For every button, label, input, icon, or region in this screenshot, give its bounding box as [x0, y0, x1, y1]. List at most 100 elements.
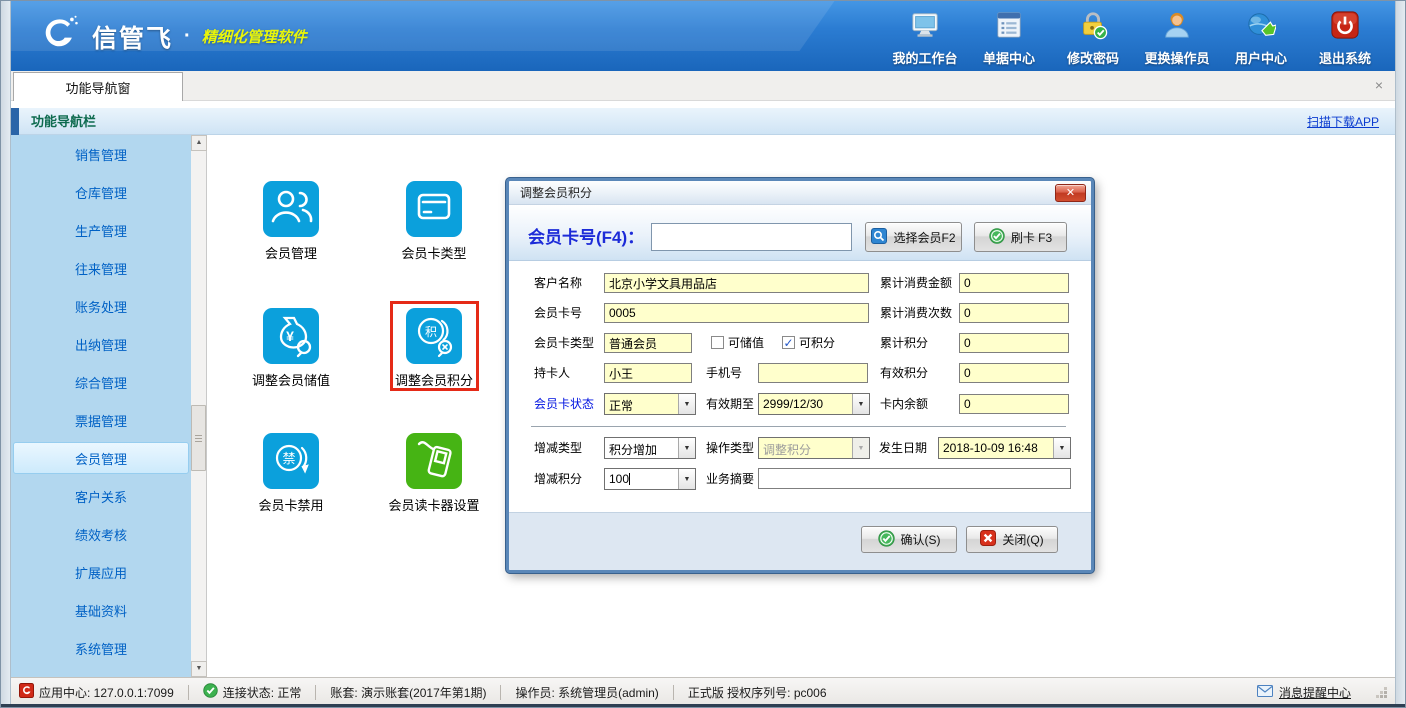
card-status-dropdown[interactable]: 正常	[604, 393, 696, 415]
occur-date-label: 发生日期	[879, 438, 927, 458]
member-card-icon	[406, 179, 462, 240]
holder-label: 持卡人	[534, 363, 570, 383]
tile-card-disable[interactable]: 禁	[263, 433, 319, 489]
dropdown-arrow-icon[interactable]	[852, 394, 869, 414]
sidebar-item-warehouse[interactable]: 仓库管理	[11, 173, 191, 211]
menu-item-user-center[interactable]: 用户中心	[1219, 10, 1303, 67]
sidebar-item-accounting[interactable]: 账务处理	[11, 287, 191, 325]
sidebar-item-system[interactable]: 系统管理	[11, 629, 191, 667]
tab-close-icon[interactable]: ×	[1371, 78, 1387, 94]
sidebar-item-extensions[interactable]: 扩展应用	[11, 553, 191, 591]
download-app-link[interactable]: 扫描下载APP	[1307, 108, 1379, 136]
menu-item-switch-operator[interactable]: 更换操作员	[1135, 10, 1219, 67]
adjust-type-dropdown[interactable]: 积分增加	[604, 437, 696, 459]
tile-adjust-points[interactable]: 积	[406, 308, 462, 364]
dropdown-arrow-icon[interactable]	[678, 438, 695, 458]
dialog-close-icon[interactable]: ✕	[1055, 184, 1086, 202]
close-button[interactable]: 关闭(Q)	[966, 526, 1058, 553]
tab-row: 功能导航窗 ×	[11, 71, 1395, 101]
swipe-card-button[interactable]: 刷卡 F3	[974, 222, 1067, 252]
resize-grip-icon[interactable]	[1375, 686, 1387, 698]
balance-input[interactable]	[959, 394, 1069, 414]
dropdown-arrow-icon	[852, 438, 869, 458]
tile-member-management[interactable]	[263, 181, 319, 237]
card-number-f4-label: 会员卡号(F4)：	[528, 223, 644, 248]
tile-label-card-disable[interactable]: 会员卡禁用	[211, 495, 371, 514]
status-separator	[500, 685, 501, 700]
op-type-label: 操作类型	[706, 438, 754, 458]
dropdown-arrow-icon[interactable]	[1053, 438, 1070, 458]
stored-value-checkbox[interactable]	[711, 336, 724, 349]
mobile-input[interactable]	[758, 363, 868, 383]
svg-text:¥: ¥	[286, 328, 294, 344]
status-operator: 操作员: 系统管理员(admin)	[515, 684, 658, 701]
password-lock-icon	[1078, 10, 1108, 45]
tile-adjust-stored-value[interactable]: ¥	[263, 308, 319, 364]
confirm-check-icon	[878, 530, 895, 550]
adjust-type-label: 增减类型	[534, 438, 582, 458]
menu-item-workbench[interactable]: 我的工作台	[883, 10, 967, 67]
menu-item-documents[interactable]: 单据中心	[967, 10, 1051, 67]
tile-label-card-reader-settings[interactable]: 会员读卡器设置	[354, 495, 514, 514]
points-checkbox-label: 可积分	[799, 333, 835, 353]
card-no-input[interactable]	[604, 303, 869, 323]
confirm-label: 确认(S)	[901, 531, 941, 548]
sidebar-item-bills[interactable]: 票据管理	[11, 401, 191, 439]
total-points-input[interactable]	[959, 333, 1069, 353]
total-amount-input[interactable]	[959, 273, 1069, 293]
card-type-input[interactable]	[604, 333, 692, 353]
top-header: 信管飞 · 精细化管理软件 我的工作台	[11, 1, 1395, 71]
sidebar-item-production[interactable]: 生产管理	[11, 211, 191, 249]
op-type-dropdown: 调整积分	[758, 437, 870, 459]
customer-name-input[interactable]	[604, 273, 869, 293]
sidebar-item-basic-data[interactable]: 基础资料	[11, 591, 191, 629]
operator-icon	[1162, 10, 1192, 45]
select-member-button[interactable]: 选择会员F2	[865, 222, 962, 252]
confirm-button[interactable]: 确认(S)	[861, 526, 957, 553]
scroll-up-icon[interactable]: ▲	[191, 135, 207, 151]
sidebar-item-sales[interactable]: 销售管理	[11, 135, 191, 173]
sidebar-scrollbar[interactable]: ▲ ▼	[191, 135, 207, 677]
sidebar-item-transactions[interactable]: 往来管理	[11, 249, 191, 287]
sidebar-item-members[interactable]: 会员管理	[13, 442, 189, 474]
sidebar-item-performance[interactable]: 绩效考核	[11, 515, 191, 553]
tile-card-type[interactable]	[406, 181, 462, 237]
card-number-input[interactable]	[651, 223, 852, 251]
status-app-center: 应用中心: 127.0.0.1:7099	[19, 683, 174, 701]
summary-input[interactable]	[758, 468, 1071, 489]
holder-input[interactable]	[604, 363, 692, 383]
sidebar-item-customer-relations[interactable]: 客户关系	[11, 477, 191, 515]
menu-item-exit[interactable]: 退出系统	[1303, 10, 1387, 67]
customer-name-label: 客户名称	[534, 273, 582, 293]
sidebar-item-comprehensive[interactable]: 综合管理	[11, 363, 191, 401]
tile-label-adjust-stored-value[interactable]: 调整会员储值	[211, 370, 371, 389]
status-separator	[673, 685, 674, 700]
tile-label-card-type[interactable]: 会员卡类型	[354, 243, 514, 262]
green-check-icon	[989, 228, 1005, 247]
user-center-globe-icon	[1246, 10, 1276, 45]
scrollbar-thumb[interactable]	[191, 405, 206, 471]
menu-item-change-password[interactable]: 修改密码	[1051, 10, 1135, 67]
dropdown-arrow-icon[interactable]	[678, 469, 695, 489]
valid-points-input[interactable]	[959, 363, 1069, 383]
points-checkbox[interactable]: ✓	[782, 336, 795, 349]
tab-function-navigation[interactable]: 功能导航窗	[13, 72, 183, 101]
envelope-icon	[1257, 685, 1273, 700]
power-exit-icon	[1330, 10, 1360, 45]
status-separator	[188, 685, 189, 700]
message-center-link[interactable]: 消息提醒中心	[1279, 684, 1351, 701]
sidebar-item-cashier[interactable]: 出纳管理	[11, 325, 191, 363]
occur-date-dropdown[interactable]: 2018-10-09 16:48	[938, 437, 1071, 459]
workbench-icon	[910, 10, 940, 45]
tile-card-reader-settings[interactable]	[406, 433, 462, 489]
tile-label-member-management[interactable]: 会员管理	[211, 243, 371, 262]
tile-label-adjust-points[interactable]: 调整会员积分	[354, 370, 514, 389]
valid-until-dropdown[interactable]: 2999/12/30	[758, 393, 870, 415]
dropdown-arrow-icon[interactable]	[678, 394, 695, 414]
window-frame-right	[1395, 1, 1405, 707]
adjust-points-combo[interactable]: 100	[604, 468, 696, 490]
total-count-input[interactable]	[959, 303, 1069, 323]
scroll-down-icon[interactable]: ▼	[191, 661, 207, 677]
status-connection: 连接状态: 正常	[203, 683, 302, 701]
card-reader-icon	[406, 431, 462, 492]
